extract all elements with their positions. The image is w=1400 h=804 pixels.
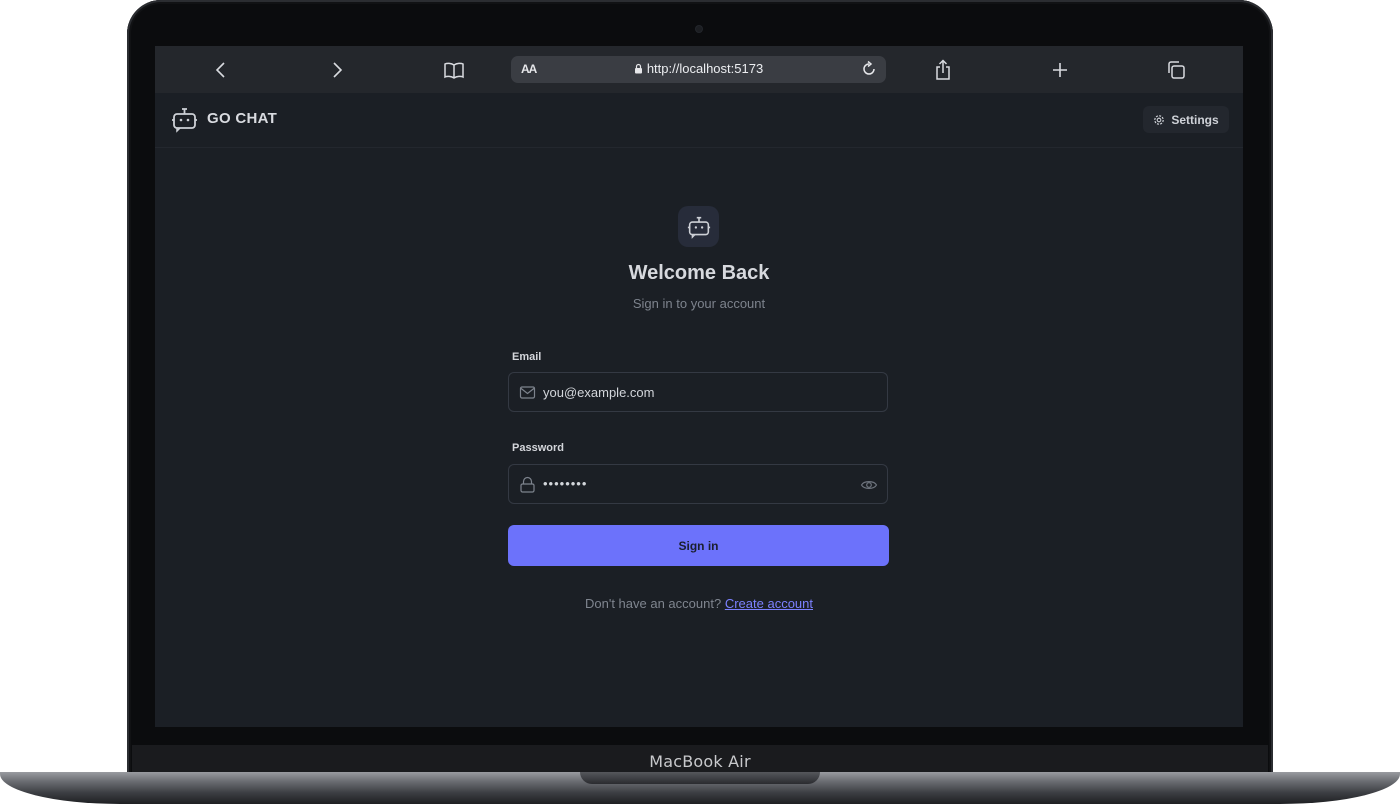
- page-subtitle: Sign in to your account: [632, 296, 766, 311]
- bookmarks-icon[interactable]: [442, 58, 466, 82]
- password-field[interactable]: ••••••••: [508, 464, 888, 504]
- tabs-icon[interactable]: [1164, 58, 1188, 82]
- signup-prompt: Don't have an account? Create account: [155, 596, 1243, 611]
- new-tab-icon[interactable]: [1048, 58, 1072, 82]
- laptop-notch: [580, 772, 820, 784]
- browser-toolbar: AA http://localhost:5173: [155, 46, 1243, 93]
- url-text: http://localhost:5173: [511, 61, 886, 76]
- share-icon[interactable]: [931, 58, 955, 82]
- email-field[interactable]: you@example.com: [508, 372, 888, 412]
- page-title: Welcome Back: [628, 262, 770, 284]
- mail-icon: [519, 384, 536, 401]
- settings-label: Settings: [1171, 112, 1219, 127]
- logo-tile: [678, 206, 719, 247]
- lock-icon: [519, 476, 536, 493]
- address-bar[interactable]: AA http://localhost:5173: [511, 56, 886, 83]
- email-label: Email: [512, 351, 542, 363]
- screen: AA http://localhost:5173 GO CHAT Setting…: [155, 46, 1243, 727]
- reload-icon[interactable]: [860, 60, 878, 78]
- forward-icon[interactable]: [325, 58, 349, 82]
- app-header: GO CHAT Settings: [155, 93, 1243, 148]
- gear-icon: [1154, 114, 1165, 125]
- email-placeholder: you@example.com: [543, 385, 655, 400]
- password-value: ••••••••: [543, 476, 588, 491]
- create-account-link[interactable]: Create account: [725, 596, 813, 611]
- lock-icon: [634, 63, 642, 74]
- brand-name[interactable]: GO CHAT: [207, 110, 277, 127]
- eye-icon[interactable]: [860, 476, 878, 494]
- camera: [696, 26, 702, 32]
- model-label: MacBook Air: [649, 752, 751, 771]
- back-icon[interactable]: [209, 58, 233, 82]
- sign-in-button[interactable]: Sign in: [508, 525, 889, 566]
- signup-prompt-text: Don't have an account?: [585, 596, 722, 611]
- bot-icon: [171, 106, 198, 133]
- settings-button[interactable]: Settings: [1143, 106, 1229, 133]
- bot-icon: [687, 216, 710, 239]
- password-label: Password: [512, 442, 564, 454]
